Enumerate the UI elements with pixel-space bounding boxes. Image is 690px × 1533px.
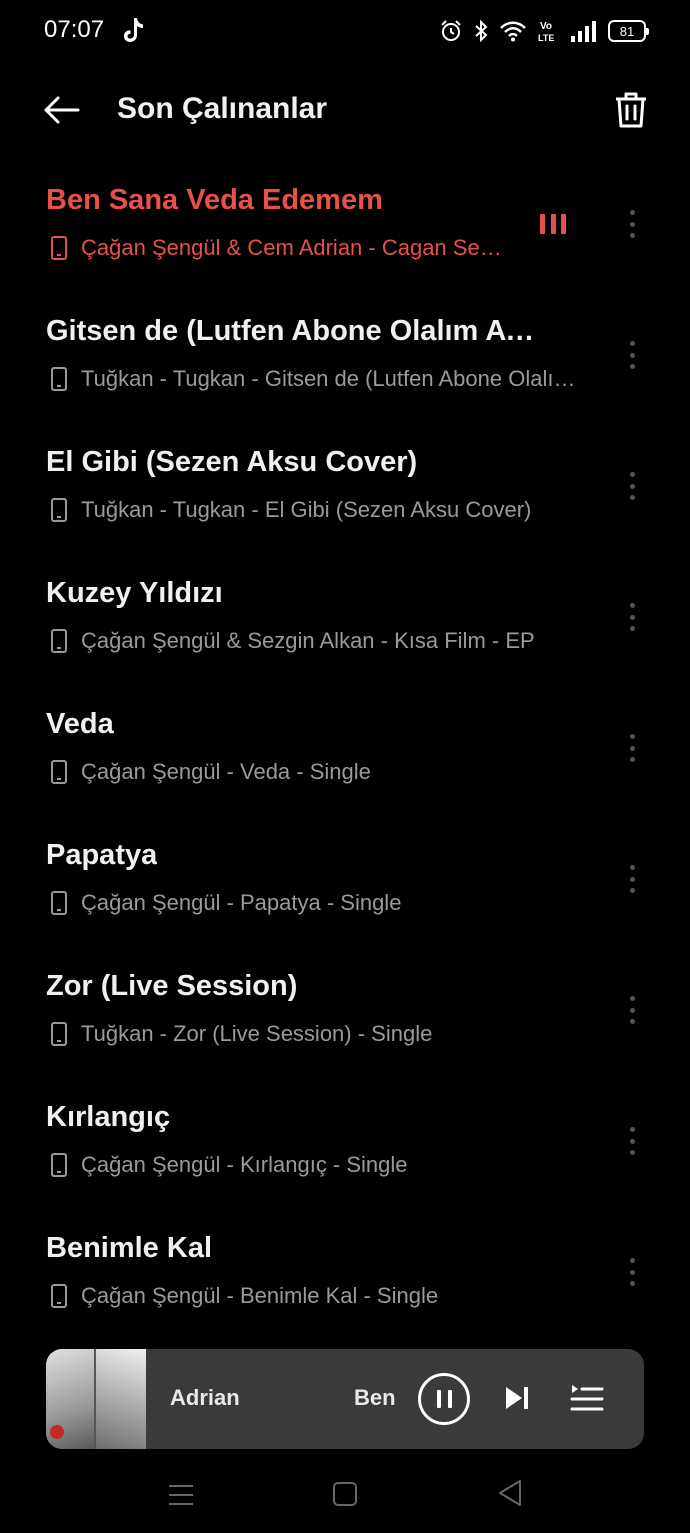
song-title: Kuzey Yıldızı (46, 577, 223, 609)
list-item[interactable]: Gitsen de (Lutfen Abone Olalım Ayrılmaya… (0, 295, 690, 426)
song-meta: Tuğkan - Tugkan - Gitsen de (Lutfen Abon… (81, 366, 581, 391)
song-subtitle: Çağan Şengül & Cem Adrian - Cagan Sengul… (46, 234, 511, 262)
song-title: Kırlangıç (46, 1101, 171, 1133)
more-options-button[interactable] (620, 1254, 644, 1290)
battery-level: 81 (619, 23, 635, 39)
more-options-button[interactable] (620, 992, 644, 1028)
phone-icon (46, 627, 72, 655)
song-title: Ben Sana Veda Edemem (46, 184, 383, 216)
song-subtitle: Tuğkan - Zor (Live Session) - Single (46, 1020, 432, 1048)
more-options-button[interactable] (620, 468, 644, 504)
phone-icon (46, 496, 72, 524)
phone-icon (46, 365, 72, 393)
status-time: 07:07 (44, 16, 105, 43)
song-meta: Çağan Şengül - Veda - Single (81, 759, 371, 784)
arrow-left-icon (44, 96, 80, 124)
signal-icon (571, 21, 596, 42)
song-meta: Çağan Şengül - Kırlangıç - Single (81, 1152, 408, 1177)
more-options-button[interactable] (620, 1123, 644, 1159)
queue-icon[interactable] (568, 1381, 604, 1417)
phone-icon (46, 889, 72, 917)
alarm-icon (441, 20, 461, 41)
song-subtitle: Tuğkan - Tugkan - Gitsen de (Lutfen Abon… (46, 365, 581, 393)
song-subtitle: Çağan Şengül - Veda - Single (46, 758, 371, 786)
list-item[interactable]: Veda Çağan Şengül - Veda - Single (0, 688, 690, 819)
song-title: El Gibi (Sezen Aksu Cover) (46, 446, 418, 478)
delete-history-button[interactable] (606, 84, 656, 136)
tiktok-icon (124, 18, 143, 42)
status-bar: 07:07 Vo LTE 81 (0, 0, 690, 62)
pause-icon (436, 1390, 441, 1408)
song-title: Veda (46, 708, 114, 740)
header: Son Çalınanlar (0, 72, 690, 148)
status-icons: Vo LTE 81 (440, 18, 649, 44)
song-subtitle: Çağan Şengül - Benimle Kal - Single (46, 1282, 438, 1310)
list-item[interactable]: Kuzey Yıldızı Çağan Şengül & Sezgin Alka… (0, 557, 690, 688)
list-item[interactable]: Zor (Live Session) Tuğkan - Zor (Live Se… (0, 950, 690, 1081)
trash-icon (616, 92, 646, 128)
menu-icon[interactable] (166, 1480, 196, 1510)
song-meta: Çağan Şengül - Papatya - Single (81, 890, 402, 915)
phone-icon (46, 1151, 72, 1179)
list-item[interactable]: Benimle Kal Çağan Şengül - Benimle Kal -… (0, 1212, 690, 1343)
song-title: Papatya (46, 839, 158, 871)
song-subtitle: Çağan Şengül - Kırlangıç - Single (46, 1151, 408, 1179)
song-subtitle: Tuğkan - Tugkan - El Gibi (Sezen Aksu Co… (46, 496, 531, 524)
list-item[interactable]: Ben Sana Veda Edemem Çağan Şengül & Cem … (0, 164, 690, 295)
mini-player[interactable]: Adrian Ben (46, 1349, 644, 1449)
list-item[interactable]: El Gibi (Sezen Aksu Cover) Tuğkan - Tugk… (0, 426, 690, 557)
phone-icon (46, 1020, 72, 1048)
list-item[interactable]: Kırlangıç Çağan Şengül - Kırlangıç - Sin… (0, 1081, 690, 1212)
wifi-icon (500, 21, 526, 42)
more-options-button[interactable] (620, 599, 644, 635)
back-button[interactable] (34, 86, 88, 134)
scrolling-track-text: Ben (354, 1385, 396, 1410)
home-icon[interactable] (332, 1480, 358, 1508)
song-title: Gitsen de (Lutfen Abone Olalım Ayrılmaya… (46, 315, 536, 347)
song-meta: Tuğkan - Tugkan - El Gibi (Sezen Aksu Co… (81, 497, 532, 522)
pause-button[interactable] (418, 1373, 470, 1425)
more-options-button[interactable] (620, 337, 644, 373)
more-options-button[interactable] (620, 730, 644, 766)
album-art[interactable] (46, 1349, 146, 1449)
song-title: Benimle Kal (46, 1232, 212, 1264)
volte-icon: Vo LTE (538, 21, 554, 43)
now-playing-icon (540, 212, 566, 234)
battery-icon: 81 (608, 20, 649, 42)
skip-next-icon[interactable] (502, 1383, 532, 1413)
song-list: Ben Sana Veda Edemem Çağan Şengül & Cem … (0, 164, 690, 1343)
scrolling-track-text: Adrian (170, 1385, 240, 1410)
system-nav-bar (0, 1462, 690, 1533)
page-title: Son Çalınanlar (117, 92, 328, 125)
more-options-button[interactable] (620, 861, 644, 897)
song-subtitle: Çağan Şengül & Sezgin Alkan - Kısa Film … (46, 627, 535, 655)
song-meta: Çağan Şengül - Benimle Kal - Single (81, 1283, 439, 1308)
svg-text:LTE: LTE (538, 33, 554, 43)
phone-icon (46, 758, 72, 786)
song-meta: Tuğkan - Zor (Live Session) - Single (81, 1021, 433, 1046)
song-subtitle: Çağan Şengül - Papatya - Single (46, 889, 401, 917)
phone-icon (46, 234, 72, 262)
song-meta: Çağan Şengül & Sezgin Alkan - Kısa Film … (81, 628, 535, 653)
svg-text:Vo: Vo (540, 21, 552, 32)
bluetooth-icon (475, 20, 488, 42)
song-meta: Çağan Şengül & Cem Adrian - Cagan Sengul… (81, 235, 511, 260)
back-triangle-icon[interactable] (496, 1478, 524, 1508)
list-item[interactable]: Papatya Çağan Şengül - Papatya - Single (0, 819, 690, 950)
song-title: Zor (Live Session) (46, 970, 298, 1002)
phone-icon (46, 1282, 72, 1310)
more-options-button[interactable] (620, 206, 644, 242)
